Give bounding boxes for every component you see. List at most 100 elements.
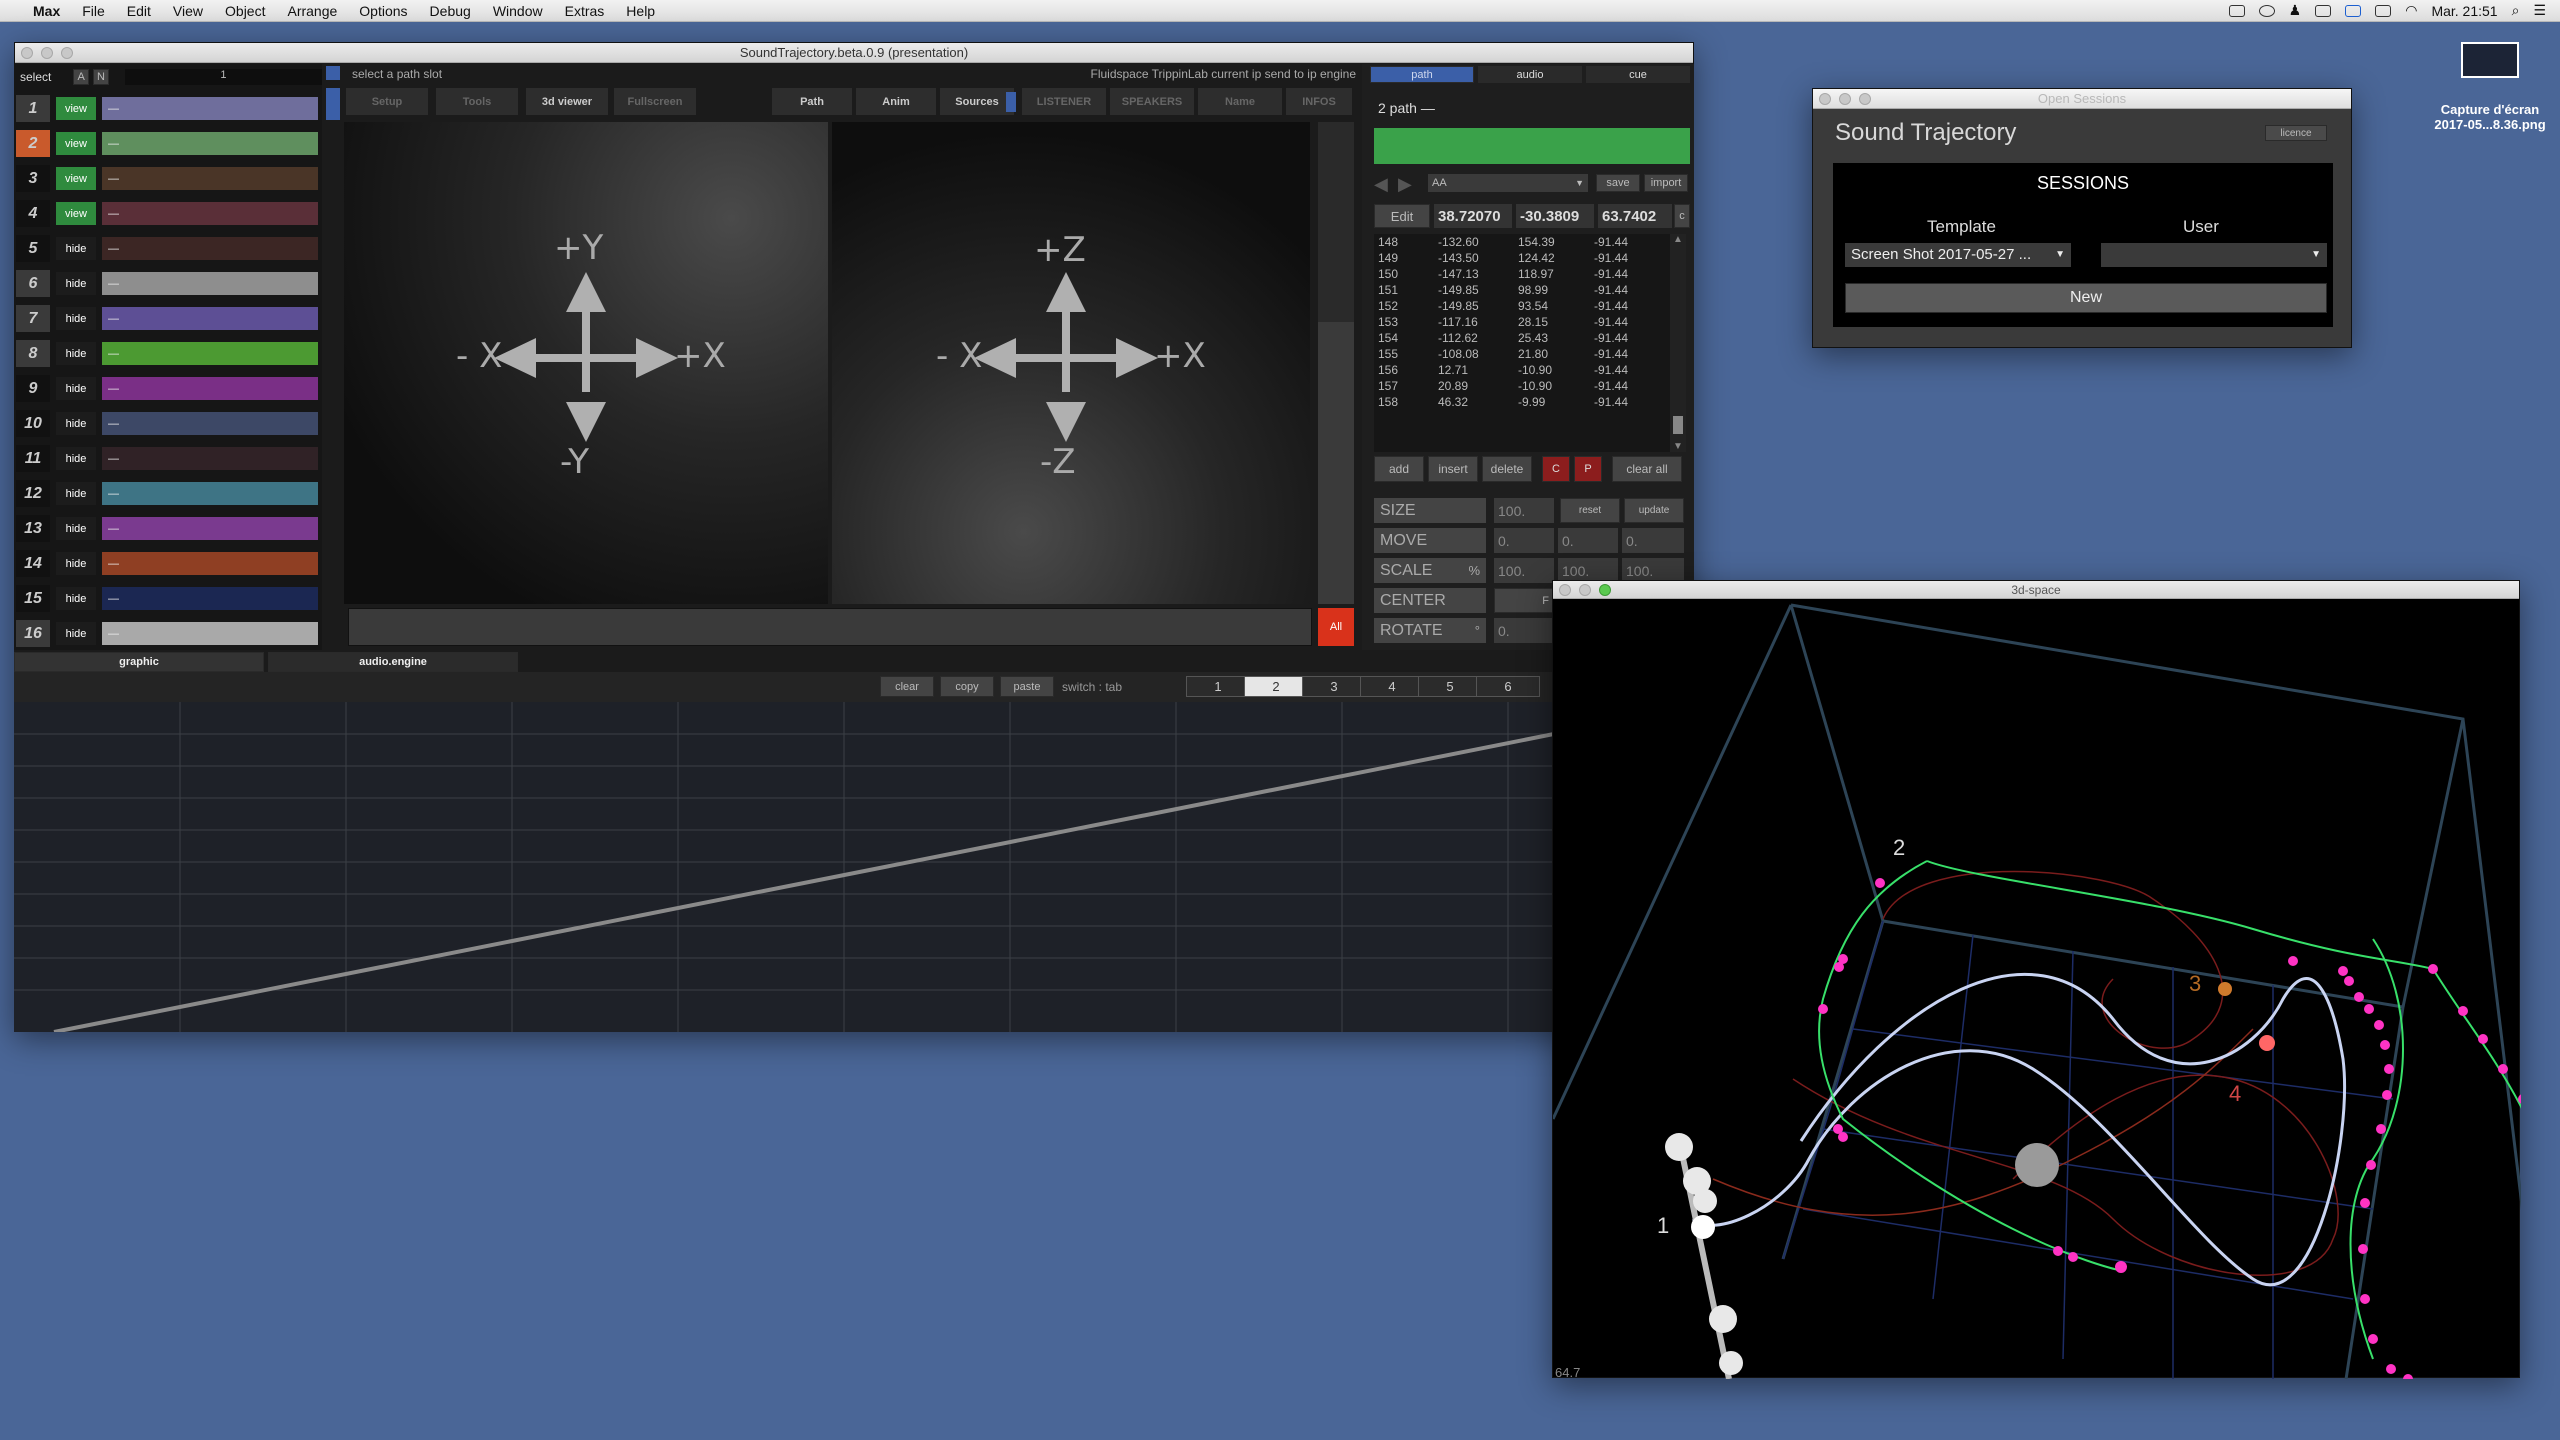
source-visibility-button[interactable]: hide bbox=[56, 587, 96, 610]
n-button[interactable]: N bbox=[93, 69, 109, 85]
minimize-button[interactable] bbox=[1579, 584, 1591, 596]
status-icon[interactable] bbox=[2315, 4, 2332, 17]
source-visibility-button[interactable]: view bbox=[56, 132, 96, 155]
zoom-button[interactable] bbox=[1599, 584, 1611, 596]
source-name-field[interactable]: — bbox=[102, 237, 318, 260]
minimize-button[interactable] bbox=[1839, 93, 1851, 105]
tab-number-5[interactable]: 5 bbox=[1418, 676, 1482, 697]
coord-y-field[interactable]: -30.3809 bbox=[1516, 204, 1594, 228]
source-visibility-button[interactable]: view bbox=[56, 202, 96, 225]
menu-edit[interactable]: Edit bbox=[116, 3, 162, 19]
menu-arrange[interactable]: Arrange bbox=[276, 3, 348, 19]
status-icon[interactable]: ♟ bbox=[2289, 2, 2302, 19]
status-icon[interactable] bbox=[2375, 4, 2392, 17]
point-list[interactable]: 148 -132.60 154.39 -91.44 149 -143.50 124.42 -9… bbox=[1374, 234, 1674, 452]
xy-view[interactable]: +Y -Y - X +X bbox=[344, 122, 828, 604]
reset-button[interactable]: reset bbox=[1560, 498, 1620, 523]
point-row[interactable]: 152 -149.85 93.54 -91.44 bbox=[1374, 298, 1650, 314]
source-name-field[interactable]: — bbox=[102, 412, 318, 435]
point-row[interactable]: 156 12.71 -10.90 -91.44 bbox=[1374, 362, 1650, 378]
source-name-field[interactable]: — bbox=[102, 272, 318, 295]
search-icon[interactable]: ⌕ bbox=[2512, 2, 2520, 19]
source-row[interactable]: 16 hide — bbox=[16, 617, 318, 650]
graphic-curve-editor[interactable] bbox=[14, 702, 1554, 1032]
source-row[interactable]: 2 view — bbox=[16, 127, 318, 160]
source-name-field[interactable]: — bbox=[102, 552, 318, 575]
source-name-field[interactable]: — bbox=[102, 377, 318, 400]
point-row[interactable]: 151 -149.85 98.99 -91.44 bbox=[1374, 282, 1650, 298]
all-button[interactable]: All bbox=[1318, 608, 1354, 646]
copy-button[interactable]: copy bbox=[940, 676, 994, 697]
c-button-small[interactable]: c bbox=[1674, 204, 1690, 228]
coord-z-field[interactable]: 63.7402 bbox=[1598, 204, 1672, 228]
menu-window[interactable]: Window bbox=[482, 3, 554, 19]
source-row[interactable]: 14 hide — bbox=[16, 547, 318, 580]
point-list-scrollbar[interactable]: ▲ ▼ bbox=[1670, 234, 1686, 452]
prev-arrow-icon[interactable]: ◀ bbox=[1374, 174, 1388, 195]
source-row[interactable]: 6 hide — bbox=[16, 267, 318, 300]
slider-thumb[interactable] bbox=[1318, 322, 1354, 604]
source-row[interactable]: 3 view — bbox=[16, 162, 318, 195]
close-button[interactable] bbox=[1559, 584, 1571, 596]
status-icon[interactable] bbox=[2258, 4, 2275, 17]
menu-debug[interactable]: Debug bbox=[419, 3, 482, 19]
source-row[interactable]: 1 view — bbox=[16, 92, 318, 125]
source-row[interactable]: 13 hide — bbox=[16, 512, 318, 545]
point-row[interactable]: 155 -108.08 21.80 -91.44 bbox=[1374, 346, 1650, 362]
paste-point-button[interactable]: P bbox=[1574, 456, 1602, 482]
source-row[interactable]: 4 view — bbox=[16, 197, 318, 230]
next-arrow-icon[interactable]: ▶ bbox=[1398, 174, 1412, 195]
insert-button[interactable]: insert bbox=[1428, 456, 1478, 482]
vertical-slider[interactable] bbox=[1318, 122, 1354, 604]
source-row[interactable]: 12 hide — bbox=[16, 477, 318, 510]
source-visibility-button[interactable]: hide bbox=[56, 412, 96, 435]
source-row[interactable]: 7 hide — bbox=[16, 302, 318, 335]
source-row[interactable]: 15 hide — bbox=[16, 582, 318, 615]
paste-button[interactable]: paste bbox=[1000, 676, 1054, 697]
point-row[interactable]: 149 -143.50 124.42 -91.44 bbox=[1374, 250, 1650, 266]
tab-sources[interactable]: Sources bbox=[940, 88, 1014, 115]
source-visibility-button[interactable]: hide bbox=[56, 552, 96, 575]
point-row[interactable]: 157 20.89 -10.90 -91.44 bbox=[1374, 378, 1650, 394]
copy-point-button[interactable]: C bbox=[1542, 456, 1570, 482]
desktop-file[interactable]: Capture d'écran 2017-05...8.36.png bbox=[2420, 42, 2560, 138]
sessions-titlebar[interactable]: Open Sessions bbox=[1813, 89, 2351, 109]
source-visibility-button[interactable]: view bbox=[56, 97, 96, 120]
tab-graphic[interactable]: graphic bbox=[14, 652, 264, 672]
source-name-field[interactable]: — bbox=[102, 587, 318, 610]
tab-number-6[interactable]: 6 bbox=[1476, 676, 1540, 697]
edit-button[interactable]: Edit bbox=[1374, 204, 1430, 228]
source-visibility-button[interactable]: hide bbox=[56, 272, 96, 295]
source-name-field[interactable]: — bbox=[102, 482, 318, 505]
source-visibility-button[interactable]: hide bbox=[56, 377, 96, 400]
main-window-titlebar[interactable]: SoundTrajectory.beta.0.9 (presentation) bbox=[15, 43, 1693, 63]
source-visibility-button[interactable]: hide bbox=[56, 237, 96, 260]
new-session-button[interactable]: New bbox=[1845, 283, 2327, 313]
slot-field[interactable]: 1 bbox=[124, 69, 322, 85]
menu-file[interactable]: File bbox=[71, 3, 116, 19]
tab-path-panel[interactable]: path bbox=[1370, 66, 1474, 83]
source-name-field[interactable]: — bbox=[102, 517, 318, 540]
source-name-field[interactable]: — bbox=[102, 167, 318, 190]
source-row[interactable]: 8 hide — bbox=[16, 337, 318, 370]
point-row[interactable]: 150 -147.13 118.97 -91.44 bbox=[1374, 266, 1650, 282]
user-dropdown[interactable]: ▼ bbox=[2101, 243, 2327, 267]
zoom-button[interactable] bbox=[61, 47, 73, 59]
clear-all-button[interactable]: clear all bbox=[1612, 456, 1682, 482]
tab-listener[interactable]: LISTENER bbox=[1022, 88, 1106, 115]
point-row[interactable]: 158 46.32 -9.99 -91.44 bbox=[1374, 394, 1650, 410]
rotate-field[interactable]: 0. bbox=[1494, 618, 1554, 643]
scroll-down-icon[interactable]: ▼ bbox=[1670, 441, 1686, 452]
point-row[interactable]: 148 -132.60 154.39 -91.44 bbox=[1374, 234, 1650, 250]
size-field[interactable]: 100. bbox=[1494, 498, 1554, 523]
source-visibility-button[interactable]: hide bbox=[56, 342, 96, 365]
move-z-field[interactable]: 0. bbox=[1622, 528, 1684, 553]
save-button[interactable]: save bbox=[1596, 174, 1640, 192]
update-button[interactable]: update bbox=[1624, 498, 1684, 523]
tab-number-2[interactable]: 2 bbox=[1244, 676, 1308, 697]
xz-view[interactable]: +Z -Z - X +X bbox=[832, 122, 1310, 604]
source-row[interactable]: 5 hide — bbox=[16, 232, 318, 265]
center-button[interactable]: F bbox=[1494, 588, 1554, 613]
tab-speakers[interactable]: SPEAKERS bbox=[1110, 88, 1194, 115]
source-visibility-button[interactable]: hide bbox=[56, 447, 96, 470]
